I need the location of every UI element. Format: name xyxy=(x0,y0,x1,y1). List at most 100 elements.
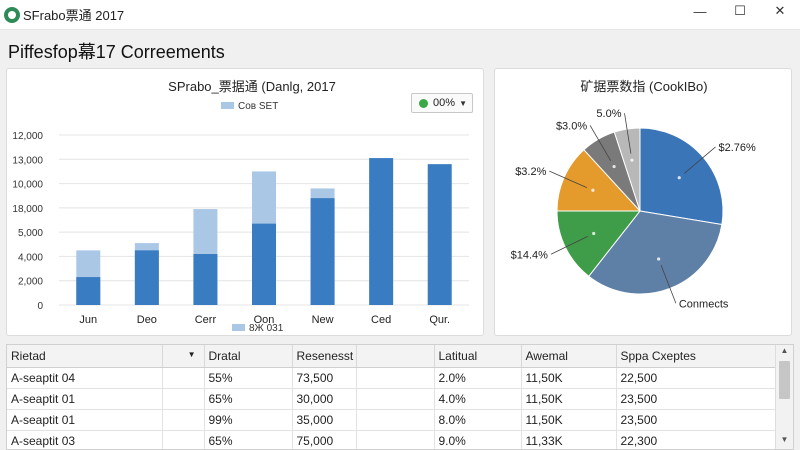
table-header-row: Rietad ▼ Dratal Resenesst Latitual Awema… xyxy=(7,345,778,368)
legend-swatch xyxy=(232,324,245,331)
column-header-record[interactable]: Rietad xyxy=(7,345,163,368)
scrollbar-thumb[interactable] xyxy=(779,361,790,399)
data-table: Rietad ▼ Dratal Resenesst Latitual Awema… xyxy=(7,345,778,449)
bar-dark xyxy=(134,250,159,305)
column-header-total[interactable]: Dratal xyxy=(204,345,293,368)
table-cell: 11,50K xyxy=(521,388,617,410)
table-cell: 11,33K xyxy=(521,430,617,449)
legend-label: Coв SET xyxy=(238,101,278,112)
scroll-down-icon[interactable]: ▼ xyxy=(776,435,793,449)
table-cell: A-seaptit 01 xyxy=(7,409,163,431)
table-cell: 75,000 xyxy=(292,430,357,449)
y-tick-label: 5,000 xyxy=(18,228,43,239)
x-tick-label: Qur. xyxy=(429,314,450,326)
series-dropdown[interactable]: 00% ▼ xyxy=(411,93,473,113)
table-cell: 9.0% xyxy=(434,430,522,449)
column-header-annual[interactable]: Awemal xyxy=(521,345,617,368)
legend-label: 8Ж 031 xyxy=(249,323,284,334)
slice-marker xyxy=(677,176,681,180)
slice-label: $3.2% xyxy=(515,166,546,178)
table-cell: 65% xyxy=(204,388,293,410)
slice-label: $14.4% xyxy=(511,249,549,261)
table-cell: 22,300 xyxy=(616,430,778,449)
table-cell: 73,500 xyxy=(292,367,357,389)
column-header-blank[interactable] xyxy=(356,345,435,368)
data-table-container: Rietad ▼ Dratal Resenesst Latitual Awema… xyxy=(6,344,794,450)
column-header-filter[interactable]: ▼ xyxy=(162,345,205,368)
chart-title: SPrabo_票据通 (Danlg, 2017 xyxy=(168,79,336,94)
table-row[interactable]: A-seaptit 01 99% 35,000 8.0% 11,50K 23,500 xyxy=(7,409,778,431)
title-bar: SFrabo票通 2017 — ☐ ✕ xyxy=(0,0,800,30)
table-cell xyxy=(356,409,435,431)
slice-label: Conmects xyxy=(679,298,729,310)
slice-marker xyxy=(612,164,616,169)
window-controls: — ☐ ✕ xyxy=(680,0,800,30)
table-cell: 11,50K xyxy=(521,409,617,431)
app-logo-icon xyxy=(4,6,20,23)
table-row[interactable]: A-seaptit 01 65% 30,000 4.0% 11,50K 23,500 xyxy=(7,388,778,410)
slice-marker xyxy=(591,188,595,192)
pie-chart-panel: 矿据票数指 (CookIBo) $2.76% Conmects $14.4% $3.2%… xyxy=(494,68,792,336)
column-header-latitude[interactable]: Latitual xyxy=(434,345,522,368)
slice-label: 5.0% xyxy=(596,108,621,120)
y-tick-label: 13,000 xyxy=(12,155,43,166)
page-title: Piffesfop幕17 Correements xyxy=(8,42,225,62)
table-cell xyxy=(162,388,205,410)
bar-dark xyxy=(193,254,218,305)
slice-marker xyxy=(630,158,634,162)
y-tick-label: 4,000 xyxy=(18,252,43,263)
vertical-scrollbar[interactable]: ▲ ▼ xyxy=(775,345,793,449)
bar-dark xyxy=(427,164,452,305)
table-cell: 4.0% xyxy=(434,388,522,410)
table-cell: A-seaptit 01 xyxy=(7,388,163,410)
table-cell: 22,500 xyxy=(616,367,778,389)
table-cell: A-seaptit 03 xyxy=(7,430,163,449)
table-cell: 2.0% xyxy=(434,367,522,389)
y-tick-label: 10,000 xyxy=(12,180,43,191)
column-header-reserves[interactable]: Resenesst xyxy=(292,345,357,368)
table-cell: 30,000 xyxy=(292,388,357,410)
x-tick-label: Cerr xyxy=(195,314,217,326)
table-cell xyxy=(162,430,205,449)
slice-label: $3.0% xyxy=(556,120,587,132)
y-tick-label: 12,000 xyxy=(12,131,43,142)
pie-slice xyxy=(639,127,724,226)
table-cell: 99% xyxy=(204,409,293,431)
chevron-down-icon: ▼ xyxy=(459,98,467,108)
slice-marker xyxy=(592,231,596,236)
chevron-down-icon[interactable]: ▼ xyxy=(188,350,196,359)
table-row[interactable]: A-seaptit 03 65% 75,000 9.0% 11,33K 22,300 xyxy=(7,430,778,449)
column-header-expenses[interactable]: Sppa Cxeptes xyxy=(616,345,778,368)
x-tick-label: Jun xyxy=(79,314,97,326)
table-cell: 8.0% xyxy=(434,409,522,431)
y-tick-label: 0 xyxy=(37,301,43,312)
table-row[interactable]: A-seaptit 04 55% 73,500 2.0% 11,50K 22,500 xyxy=(7,367,778,389)
x-tick-label: Ced xyxy=(371,314,391,326)
slice-marker xyxy=(657,257,661,261)
table-cell: A-seaptit 04 xyxy=(7,367,163,389)
table-cell xyxy=(356,367,435,389)
table-cell: 65% xyxy=(204,430,293,449)
y-tick-label: 2,000 xyxy=(18,277,43,288)
maximize-icon[interactable]: ☐ xyxy=(720,0,760,22)
table-cell: 11,50K xyxy=(521,367,617,389)
bar-dark xyxy=(369,158,394,305)
minimize-icon[interactable]: — xyxy=(680,0,720,22)
table-cell: 23,500 xyxy=(616,409,778,431)
close-icon[interactable]: ✕ xyxy=(760,0,800,22)
table-cell xyxy=(356,430,435,449)
chart-title: 矿据票数指 (CookIBo) xyxy=(580,79,707,94)
table-cell xyxy=(162,367,205,389)
table-cell: 55% xyxy=(204,367,293,389)
bar-dark xyxy=(252,223,276,305)
x-tick-label: Deo xyxy=(137,314,157,326)
status-dot-icon xyxy=(419,98,428,108)
bar-dark xyxy=(76,277,101,305)
scroll-up-icon[interactable]: ▲ xyxy=(776,346,793,360)
table-cell: 23,500 xyxy=(616,388,778,410)
slice-label: $2.76% xyxy=(718,142,756,154)
dropdown-value: 00% xyxy=(433,97,456,109)
bar-chart-panel: SPrabo_票据通 (Danlg, 2017 Coв SET 0 2,000 4,00… xyxy=(6,68,484,336)
bar-dark xyxy=(310,198,335,305)
x-tick-label: New xyxy=(312,314,334,326)
